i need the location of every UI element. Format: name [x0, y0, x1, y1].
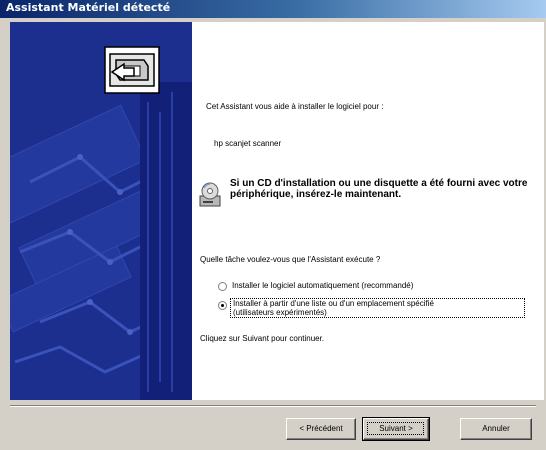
- cancel-button[interactable]: Annuler: [460, 418, 532, 440]
- button-separator: [10, 405, 536, 407]
- continue-hint: Cliquez sur Suivant pour continuer.: [200, 334, 325, 343]
- wizard-content: Cet Assistant vous aide à installer le l…: [192, 22, 544, 400]
- cancel-button-label[interactable]: Annuler: [482, 424, 510, 433]
- wizard-side-panel: [10, 22, 192, 400]
- next-button[interactable]: Suivant >: [362, 417, 430, 441]
- next-button-label[interactable]: Suivant >: [379, 424, 413, 433]
- back-button-label[interactable]: < Précédent: [299, 424, 342, 433]
- hardware-wizard-dialog: Assistant Matériel détecté Cet Assistant…: [0, 0, 546, 450]
- cd-notice: Si un CD d'installation ou une disquette…: [230, 178, 528, 200]
- task-question: Quelle tâche voulez-vous que l'Assistant…: [200, 255, 381, 264]
- list-install-label-line1[interactable]: Installer à partir d'une liste ou d'un e…: [233, 299, 434, 308]
- back-button[interactable]: < Précédent: [286, 418, 356, 440]
- auto-install-radio[interactable]: [218, 282, 227, 291]
- list-install-option[interactable]: Installer à partir d'une liste ou d'un e…: [230, 298, 525, 318]
- list-install-label-line2[interactable]: (utilisateurs expérimentés): [233, 308, 327, 317]
- wizard-banner-graphic: [10, 22, 192, 400]
- list-install-radio[interactable]: [218, 301, 227, 310]
- window-title: Assistant Matériel détecté: [6, 1, 171, 14]
- device-name: hp scanjet scanner: [214, 139, 282, 148]
- auto-install-label[interactable]: Installer le logiciel automatiquement (r…: [232, 281, 413, 290]
- cd-drive-icon: [199, 182, 221, 207]
- title-bar[interactable]: Assistant Matériel détecté: [0, 0, 546, 18]
- intro-text: Cet Assistant vous aide à installer le l…: [206, 102, 384, 111]
- hardware-wizard-icon: [104, 46, 160, 94]
